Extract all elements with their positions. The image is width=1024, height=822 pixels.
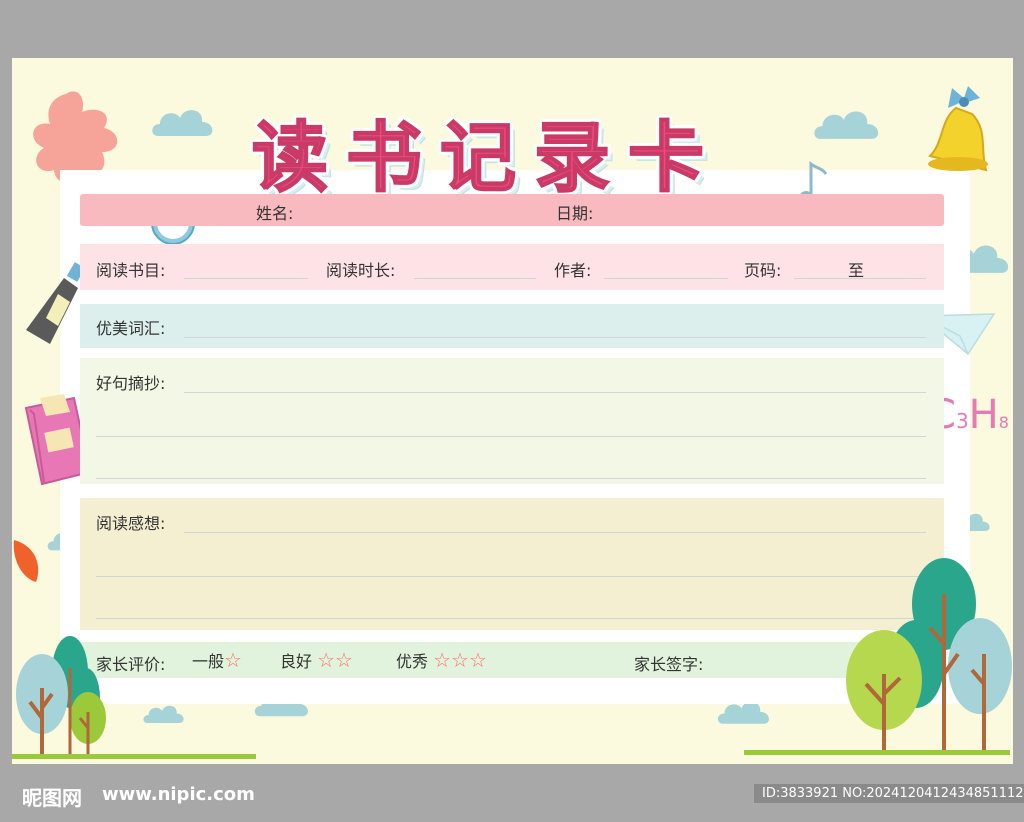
parent-signature-label: 家长签字: — [634, 655, 704, 674]
formula-letter: H — [968, 392, 999, 438]
header-band: 姓名: 日期: — [80, 194, 944, 226]
title-char: 记 — [439, 112, 517, 203]
thoughts-label: 阅读感想: — [96, 514, 166, 533]
title-char: 录 — [533, 112, 611, 203]
reading-duration-field[interactable] — [414, 278, 536, 279]
author-field[interactable] — [604, 278, 728, 279]
book-title-label: 阅读书目: — [96, 261, 166, 280]
quotes-line-2[interactable] — [96, 436, 926, 437]
formula-subscript: 8 — [998, 413, 1009, 432]
bell-icon — [928, 86, 988, 172]
vocabulary-band: 优美词汇: — [80, 304, 944, 348]
rating-excellent-label: 优秀 — [396, 652, 429, 671]
quotes-line-3[interactable] — [96, 478, 926, 479]
leaf-icon — [13, 540, 39, 582]
cloud-decoration — [152, 110, 213, 136]
reading-duration-label: 阅读时长: — [326, 261, 396, 280]
pages-label: 页码: — [744, 261, 782, 280]
quotes-band: 好句摘抄: — [80, 358, 944, 484]
reading-record-card: 读 书 记 录 卡 C3H8 — [12, 58, 1013, 764]
quotes-label: 好句摘抄: — [96, 374, 166, 393]
rating-option-excellent[interactable]: 优秀 ☆☆☆ — [396, 648, 487, 672]
star-icon: ☆☆☆ — [433, 648, 487, 672]
star-icon: ☆☆ — [317, 648, 353, 672]
rating-good-label: 良好 — [280, 652, 313, 671]
author-label: 作者: — [554, 261, 592, 280]
watermark-id: ID:3833921 NO:20241204124348511128 — [754, 784, 1024, 803]
name-label: 姓名: — [256, 204, 294, 223]
formula-subscript: 3 — [955, 409, 969, 433]
thoughts-line-1[interactable] — [184, 532, 926, 533]
title-char: 读 — [251, 112, 329, 203]
date-field[interactable] — [606, 196, 846, 224]
cloud-decoration — [814, 111, 879, 139]
watermark-bar: 昵图网 www.nipic.com ID:3833921 NO:20241204… — [0, 770, 1024, 822]
pages-to-label: 至 — [848, 261, 865, 280]
trees-right-decoration — [744, 558, 1012, 755]
name-field[interactable] — [306, 196, 536, 224]
quotes-line-1[interactable] — [184, 392, 926, 393]
title-char: 卡 — [627, 112, 705, 203]
watermark-logo: 昵图网 — [22, 786, 82, 810]
book-title-field[interactable] — [184, 278, 308, 279]
book-info-band: 阅读书目: 阅读时长: 作者: 页码: 至 — [80, 244, 944, 290]
watermark-url: www.nipic.com — [102, 784, 255, 805]
page-title: 读 书 记 录 卡 — [251, 96, 792, 206]
rating-option-good[interactable]: 良好 ☆☆ — [280, 648, 353, 672]
vocabulary-field[interactable] — [184, 337, 926, 338]
trees-left-decoration — [12, 636, 256, 759]
title-char: 书 — [345, 112, 423, 203]
vocabulary-label: 优美词汇: — [96, 319, 166, 338]
date-label: 日期: — [556, 204, 594, 223]
